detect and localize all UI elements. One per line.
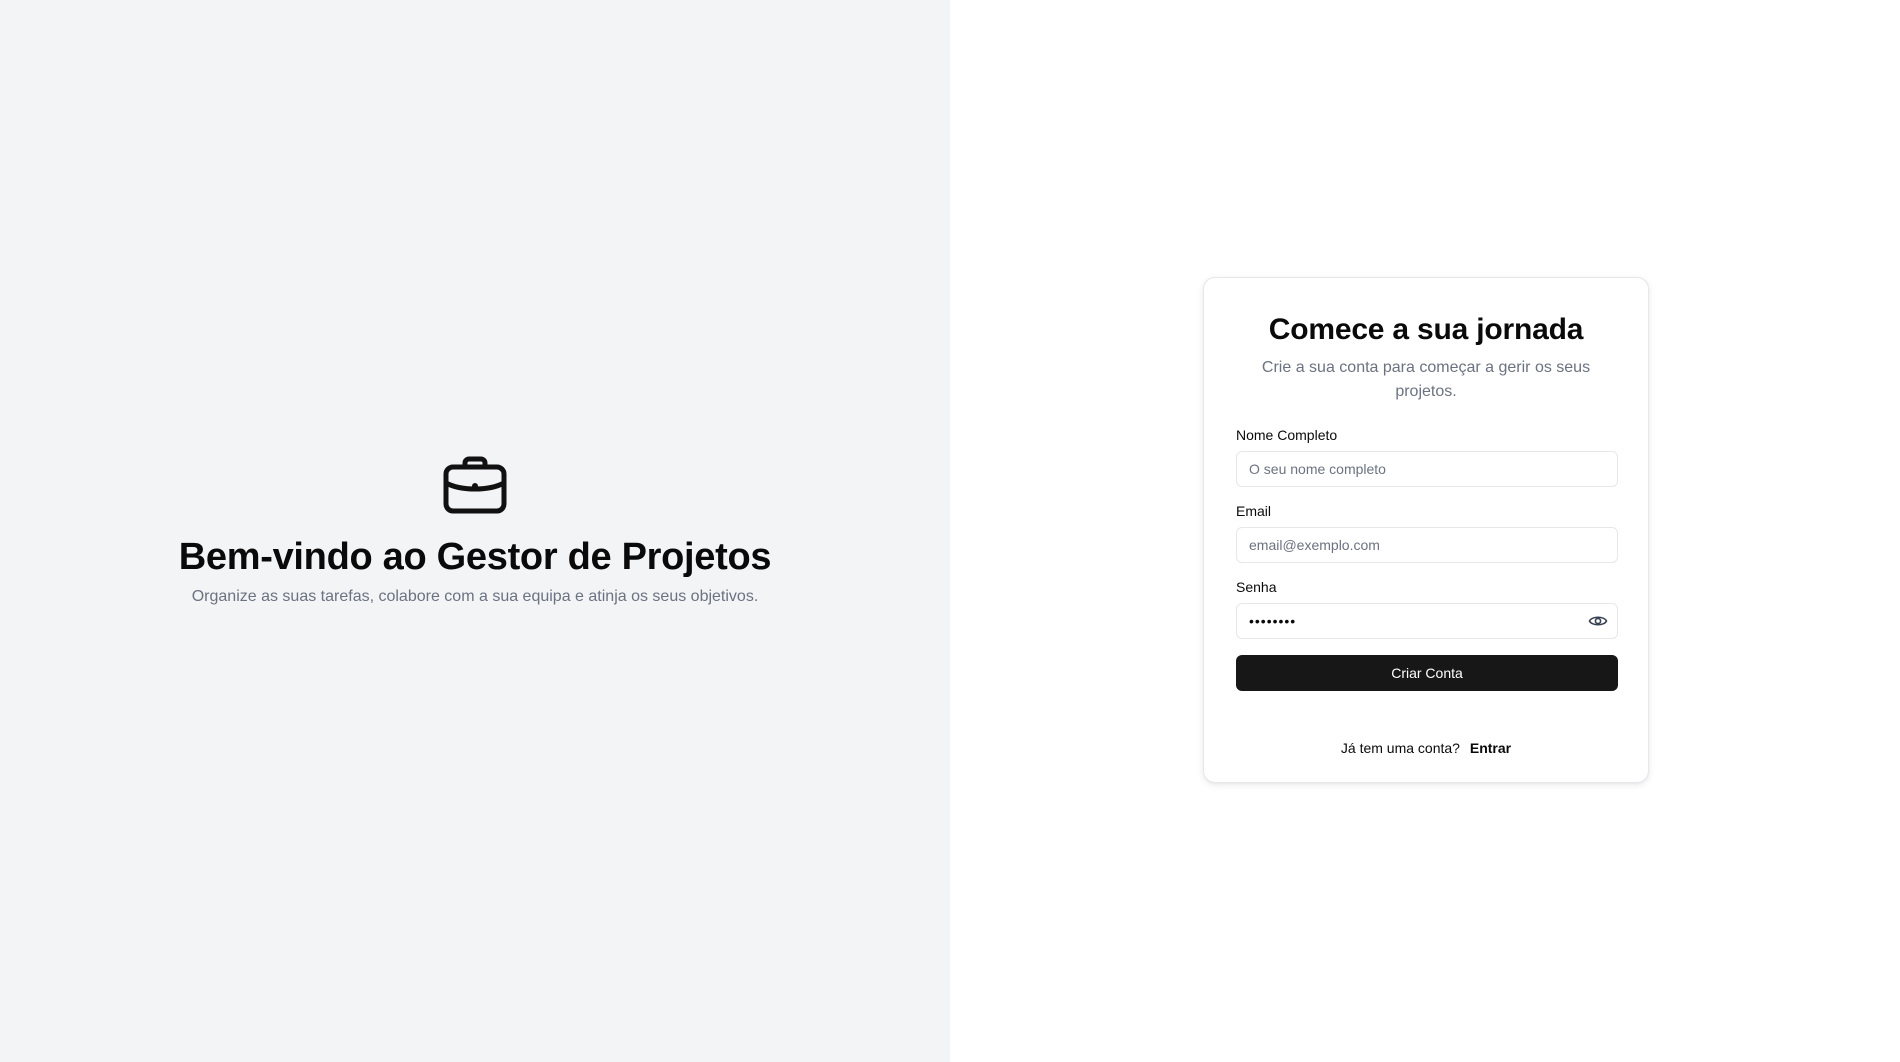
have-account-text: Já tem uma conta? xyxy=(1340,740,1460,756)
briefcase-icon xyxy=(443,455,507,515)
password-input-wrap xyxy=(1236,603,1618,639)
welcome-title: Bem-vindo ao Gestor de Projetos xyxy=(178,536,772,578)
signup-page: Bem-vindo ao Gestor de Projetos Organize… xyxy=(0,0,1900,1062)
email-field: Email xyxy=(1236,502,1618,563)
welcome-hero: Bem-vindo ao Gestor de Projetos Organize… xyxy=(0,455,950,608)
signup-title: Comece a sua jornada xyxy=(1268,313,1584,346)
toggle-password-visibility-button[interactable] xyxy=(1588,612,1608,630)
password-input[interactable] xyxy=(1236,603,1618,639)
login-prompt: Já tem uma conta? Entrar xyxy=(1236,739,1616,757)
password-label: Senha xyxy=(1236,579,1277,595)
login-link[interactable]: Entrar xyxy=(1470,740,1511,756)
email-input[interactable] xyxy=(1236,527,1618,563)
signup-subtitle: Crie a sua conta para começar a gerir os… xyxy=(1261,359,1591,400)
email-input-wrap xyxy=(1236,527,1618,563)
email-label: Email xyxy=(1236,503,1272,519)
full-name-field: Nome Completo xyxy=(1236,426,1618,487)
full-name-input-wrap xyxy=(1236,451,1618,487)
create-account-button[interactable]: Criar Conta xyxy=(1236,655,1618,691)
welcome-subtitle: Organize as suas tarefas, colabore com a… xyxy=(191,588,759,605)
full-name-input[interactable] xyxy=(1236,451,1618,487)
welcome-panel: Bem-vindo ao Gestor de Projetos Organize… xyxy=(0,0,950,1062)
eye-icon xyxy=(1588,612,1608,630)
signup-panel: Comece a sua jornada Crie a sua conta pa… xyxy=(950,0,1900,1062)
full-name-label: Nome Completo xyxy=(1236,427,1338,443)
signup-card: Comece a sua jornada Crie a sua conta pa… xyxy=(1203,277,1649,783)
password-field: Senha xyxy=(1236,578,1618,639)
